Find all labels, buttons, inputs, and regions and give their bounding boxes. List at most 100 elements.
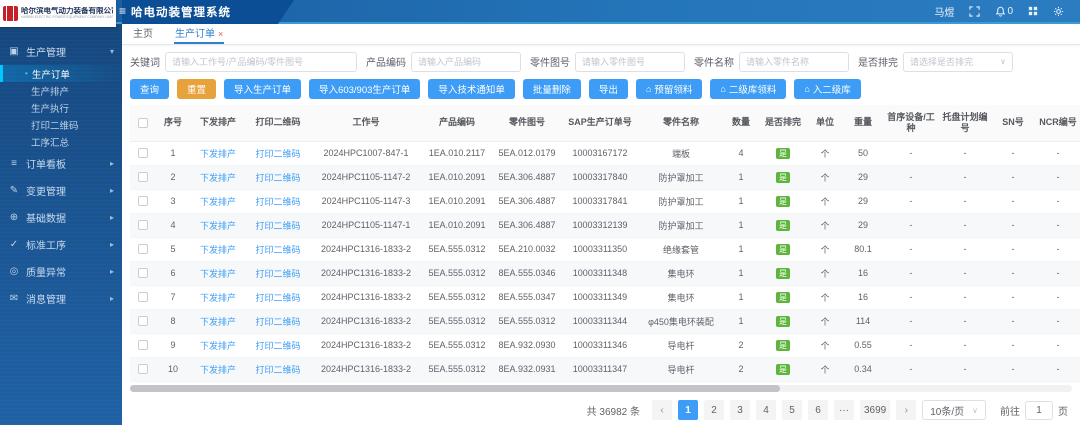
sidebar-item-变更管理[interactable]: ✎变更管理▸ (0, 177, 122, 204)
tab-close-icon[interactable]: × (218, 29, 223, 39)
dispatch-link[interactable]: 下发排产 (200, 173, 236, 183)
row-checkbox[interactable] (138, 340, 148, 350)
filter-product-code: 产品编码 (366, 52, 521, 72)
prev-page-icon[interactable]: ‹ (652, 400, 672, 420)
tab-生产订单[interactable]: 生产订单× (174, 25, 224, 44)
dispatch-link[interactable]: 下发排产 (200, 269, 236, 279)
user-name[interactable]: 马煜 (934, 4, 954, 19)
sidebar-subitem-label: 生产订单 (32, 67, 70, 81)
dispatch-link[interactable]: 下发排产 (200, 197, 236, 207)
row-checkbox-cell (130, 357, 156, 381)
sidebar-subitem-工序汇总[interactable]: 工序汇总 (0, 133, 122, 150)
预留领料-button[interactable]: ⌂预留领料 (636, 79, 702, 99)
sidebar-subitem-生产订单[interactable]: •生产订单 (0, 65, 122, 82)
print-link[interactable]: 打印二维码 (255, 245, 300, 255)
入二级库-button[interactable]: ⌂入二级库 (794, 79, 860, 99)
dispatch-link[interactable]: 下发排产 (200, 341, 236, 351)
page-button-4[interactable]: 4 (756, 400, 776, 420)
cell-work_no: 2024HPC1316-1833-2 (310, 261, 422, 285)
print-link[interactable]: 打印二维码 (255, 269, 300, 279)
sidebar-subitem-生产排产[interactable]: 生产排产 (0, 82, 122, 99)
dispatch-link[interactable]: 下发排产 (200, 245, 236, 255)
topbar-actions: 马煜 0 (934, 4, 1080, 19)
dispatch-link[interactable]: 下发排产 (200, 221, 236, 231)
row-checkbox[interactable] (138, 244, 148, 254)
row-checkbox[interactable] (138, 364, 148, 374)
sidebar-item-消息管理[interactable]: ✉消息管理▸ (0, 285, 122, 312)
批量删除-button[interactable]: 批量删除 (523, 79, 581, 99)
part-name-input[interactable] (739, 52, 849, 72)
tab-主页[interactable]: 主页 (132, 25, 154, 44)
sidebar-subitem-打印二维码[interactable]: 打印二维码 (0, 116, 122, 133)
settings-gear-icon[interactable] (1053, 6, 1064, 17)
二级库领料-button[interactable]: ⌂二级库领料 (710, 79, 786, 99)
orders-table: 序号下发排产打印二维码工作号产品编码零件图号SAP生产订单号零件名称数量是否排完… (130, 105, 1072, 392)
page-size-select[interactable]: 10条/页 ∨ (922, 400, 986, 420)
sidebar-item-订单看板[interactable]: ≡订单看板▸ (0, 150, 122, 177)
row-checkbox[interactable] (138, 148, 148, 158)
col-header-part_no: 零件图号 (492, 105, 562, 141)
col-header-sap_no: SAP生产订单号 (562, 105, 638, 141)
fullscreen-icon[interactable] (969, 6, 980, 17)
page-button-1[interactable]: 1 (678, 400, 698, 420)
print-link[interactable]: 打印二维码 (255, 173, 300, 183)
sidebar-item-生产管理[interactable]: ▣生产管理▾ (0, 38, 122, 65)
重置-button[interactable]: 重置 (177, 79, 216, 99)
apps-grid-icon[interactable] (1028, 6, 1038, 16)
dispatch-link[interactable]: 下发排产 (200, 365, 236, 375)
dispatch-link[interactable]: 下发排产 (200, 149, 236, 159)
cell-unit: 个 (808, 333, 842, 357)
row-checkbox-cell (130, 189, 156, 213)
dispatch-link[interactable]: 下发排产 (200, 317, 236, 327)
table-row: 2下发排产打印二维码2024HPC1105-1147-21EA.010.2091… (130, 165, 1080, 189)
sidebar-item-标准工序[interactable]: ✓标准工序▸ (0, 231, 122, 258)
row-checkbox[interactable] (138, 220, 148, 230)
sidebar-item-基础数据[interactable]: ⊕基础数据▸ (0, 204, 122, 231)
scheduled-label: 是否排完 (858, 54, 898, 69)
row-checkbox[interactable] (138, 268, 148, 278)
查询-button[interactable]: 查询 (130, 79, 169, 99)
print-link[interactable]: 打印二维码 (255, 293, 300, 303)
sidebar-collapse-icon[interactable]: ≡ (119, 4, 126, 18)
sidebar-item-质量异常[interactable]: ◎质量异常▸ (0, 258, 122, 285)
row-checkbox[interactable] (138, 196, 148, 206)
scrollbar-thumb[interactable] (130, 385, 780, 392)
dispatch-link[interactable]: 下发排产 (200, 293, 236, 303)
row-checkbox[interactable] (138, 316, 148, 326)
goto-label: 前往 (1000, 403, 1020, 418)
print-link[interactable]: 打印二维码 (255, 341, 300, 351)
print-link[interactable]: 打印二维码 (255, 365, 300, 375)
cell-print: 打印二维码 (246, 261, 310, 285)
sidebar-subitem-生产执行[interactable]: 生产执行 (0, 99, 122, 116)
scheduled-select[interactable]: 请选择是否排完 ∨ (903, 52, 1013, 72)
print-link[interactable]: 打印二维码 (255, 149, 300, 159)
page-button-2[interactable]: 2 (704, 400, 724, 420)
page-button-3699[interactable]: 3699 (860, 400, 890, 420)
table-row: 10下发排产打印二维码2024HPC1316-1833-25EA.555.031… (130, 357, 1080, 381)
keyword-input[interactable] (165, 52, 357, 72)
row-checkbox[interactable] (138, 292, 148, 302)
导入技术通知单-button[interactable]: 导入技术通知单 (428, 79, 515, 99)
page-button-6[interactable]: 6 (808, 400, 828, 420)
cell-sap_no: 10003311350 (562, 237, 638, 261)
cell-scheduled: 是 (758, 237, 808, 261)
part-no-input[interactable] (575, 52, 685, 72)
cell-print: 打印二维码 (246, 309, 310, 333)
导入603/903生产订单-button[interactable]: 导入603/903生产订单 (309, 79, 420, 99)
cell-work_no: 2024HPC1105-1147-3 (310, 189, 422, 213)
导入生产订单-button[interactable]: 导入生产订单 (224, 79, 301, 99)
more-pages-icon[interactable]: ··· (834, 400, 854, 420)
page-button-5[interactable]: 5 (782, 400, 802, 420)
next-page-icon[interactable]: › (896, 400, 916, 420)
select-all-checkbox[interactable] (138, 118, 148, 128)
导出-button[interactable]: 导出 (589, 79, 628, 99)
goto-page-input[interactable] (1025, 401, 1053, 420)
row-checkbox[interactable] (138, 172, 148, 182)
notification-bell-icon[interactable]: 0 (995, 6, 1013, 17)
product-code-input[interactable] (411, 52, 521, 72)
print-link[interactable]: 打印二维码 (255, 221, 300, 231)
button-label: 导入生产订单 (234, 82, 291, 96)
print-link[interactable]: 打印二维码 (255, 317, 300, 327)
print-link[interactable]: 打印二维码 (255, 197, 300, 207)
page-button-3[interactable]: 3 (730, 400, 750, 420)
